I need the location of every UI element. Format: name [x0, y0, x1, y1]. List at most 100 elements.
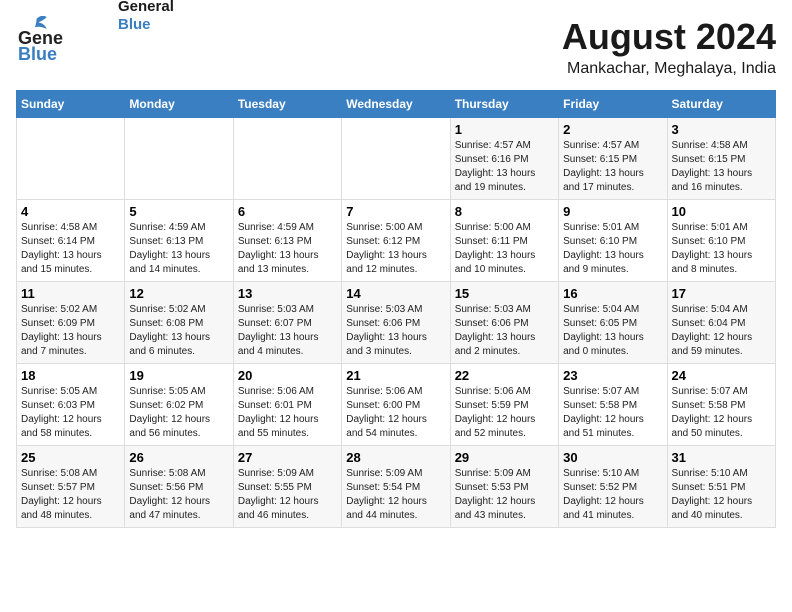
- day-number: 20: [238, 368, 337, 383]
- day-number: 29: [455, 450, 554, 465]
- cell-content: Sunrise: 4:58 AM Sunset: 6:14 PM Dayligh…: [21, 221, 120, 277]
- day-number: 27: [238, 450, 337, 465]
- day-number: 9: [563, 204, 662, 219]
- calendar-cell: 13 Sunrise: 5:03 AM Sunset: 6:07 PM Dayli…: [233, 282, 341, 364]
- day-number: 18: [21, 368, 120, 383]
- day-number: 28: [346, 450, 445, 465]
- cell-content: Sunrise: 5:00 AM Sunset: 6:12 PM Dayligh…: [346, 221, 445, 277]
- cell-content: Sunrise: 4:59 AM Sunset: 6:13 PM Dayligh…: [129, 221, 228, 277]
- cell-content: Sunrise: 5:08 AM Sunset: 5:57 PM Dayligh…: [21, 467, 120, 523]
- cell-content: Sunrise: 5:10 AM Sunset: 5:51 PM Dayligh…: [672, 467, 771, 523]
- col-header-tuesday: Tuesday: [233, 91, 341, 118]
- calendar-cell: 22 Sunrise: 5:06 AM Sunset: 5:59 PM Dayli…: [450, 364, 558, 446]
- day-number: 2: [563, 122, 662, 137]
- title-block: August 2024 Mankachar, Meghalaya, India: [562, 16, 776, 78]
- logo-line1: General: [118, 0, 174, 16]
- page-header: General Blue General Blue August 2024 Ma…: [16, 16, 776, 78]
- day-number: 30: [563, 450, 662, 465]
- sub-title: Mankachar, Meghalaya, India: [562, 60, 776, 78]
- day-number: 12: [129, 286, 228, 301]
- col-header-thursday: Thursday: [450, 91, 558, 118]
- main-title: August 2024: [562, 16, 776, 58]
- calendar-cell: 27 Sunrise: 5:09 AM Sunset: 5:55 PM Dayli…: [233, 446, 341, 528]
- calendar-cell: 16 Sunrise: 5:04 AM Sunset: 6:05 PM Dayli…: [559, 282, 667, 364]
- calendar-cell: 20 Sunrise: 5:06 AM Sunset: 6:01 PM Dayli…: [233, 364, 341, 446]
- calendar-cell: 7 Sunrise: 5:00 AM Sunset: 6:12 PM Daylig…: [342, 200, 450, 282]
- cell-content: Sunrise: 4:57 AM Sunset: 6:15 PM Dayligh…: [563, 139, 662, 195]
- cell-content: Sunrise: 5:03 AM Sunset: 6:06 PM Dayligh…: [346, 303, 445, 359]
- day-number: 31: [672, 450, 771, 465]
- calendar-cell: 31 Sunrise: 5:10 AM Sunset: 5:51 PM Dayli…: [667, 446, 775, 528]
- cell-content: Sunrise: 5:07 AM Sunset: 5:58 PM Dayligh…: [563, 385, 662, 441]
- logo: General Blue General Blue: [16, 16, 174, 64]
- day-number: 1: [455, 122, 554, 137]
- day-number: 6: [238, 204, 337, 219]
- day-number: 7: [346, 204, 445, 219]
- logo-line2: Blue: [118, 16, 174, 34]
- cell-content: Sunrise: 5:06 AM Sunset: 6:01 PM Dayligh…: [238, 385, 337, 441]
- day-number: 23: [563, 368, 662, 383]
- day-number: 11: [21, 286, 120, 301]
- calendar-table: SundayMondayTuesdayWednesdayThursdayFrid…: [16, 90, 776, 528]
- cell-content: Sunrise: 5:06 AM Sunset: 5:59 PM Dayligh…: [455, 385, 554, 441]
- col-header-monday: Monday: [125, 91, 233, 118]
- cell-content: Sunrise: 5:07 AM Sunset: 5:58 PM Dayligh…: [672, 385, 771, 441]
- calendar-cell: 12 Sunrise: 5:02 AM Sunset: 6:08 PM Dayli…: [125, 282, 233, 364]
- calendar-cell: 5 Sunrise: 4:59 AM Sunset: 6:13 PM Daylig…: [125, 200, 233, 282]
- svg-text:Blue: Blue: [18, 44, 57, 64]
- calendar-cell: 11 Sunrise: 5:02 AM Sunset: 6:09 PM Dayli…: [17, 282, 125, 364]
- cell-content: Sunrise: 5:09 AM Sunset: 5:54 PM Dayligh…: [346, 467, 445, 523]
- day-number: 22: [455, 368, 554, 383]
- cell-content: Sunrise: 5:09 AM Sunset: 5:53 PM Dayligh…: [455, 467, 554, 523]
- col-header-friday: Friday: [559, 91, 667, 118]
- calendar-cell: 19 Sunrise: 5:05 AM Sunset: 6:02 PM Dayli…: [125, 364, 233, 446]
- calendar-cell: 25Sunrise: 5:08 AM Sunset: 5:57 PM Dayli…: [17, 446, 125, 528]
- calendar-cell: 14Sunrise: 5:03 AM Sunset: 6:06 PM Dayli…: [342, 282, 450, 364]
- calendar-cell: [17, 118, 125, 200]
- day-number: 26: [129, 450, 228, 465]
- calendar-cell: 1 Sunrise: 4:57 AM Sunset: 6:16 PM Daylig…: [450, 118, 558, 200]
- day-number: 13: [238, 286, 337, 301]
- day-number: 16: [563, 286, 662, 301]
- col-header-wednesday: Wednesday: [342, 91, 450, 118]
- calendar-cell: 24 Sunrise: 5:07 AM Sunset: 5:58 PM Dayli…: [667, 364, 775, 446]
- cell-content: Sunrise: 4:59 AM Sunset: 6:13 PM Dayligh…: [238, 221, 337, 277]
- calendar-cell: 26Sunrise: 5:08 AM Sunset: 5:56 PM Dayli…: [125, 446, 233, 528]
- calendar-cell: 28 Sunrise: 5:09 AM Sunset: 5:54 PM Dayli…: [342, 446, 450, 528]
- day-number: 17: [672, 286, 771, 301]
- cell-content: Sunrise: 5:04 AM Sunset: 6:05 PM Dayligh…: [563, 303, 662, 359]
- day-number: 19: [129, 368, 228, 383]
- calendar-cell: [125, 118, 233, 200]
- calendar-cell: 30Sunrise: 5:10 AM Sunset: 5:52 PM Dayli…: [559, 446, 667, 528]
- calendar-cell: 17 Sunrise: 5:04 AM Sunset: 6:04 PM Dayli…: [667, 282, 775, 364]
- cell-content: Sunrise: 5:02 AM Sunset: 6:09 PM Dayligh…: [21, 303, 120, 359]
- logo-icon: General Blue: [16, 16, 64, 64]
- cell-content: Sunrise: 5:09 AM Sunset: 5:55 PM Dayligh…: [238, 467, 337, 523]
- calendar-cell: 4 Sunrise: 4:58 AM Sunset: 6:14 PM Daylig…: [17, 200, 125, 282]
- calendar-cell: [342, 118, 450, 200]
- cell-content: Sunrise: 5:00 AM Sunset: 6:11 PM Dayligh…: [455, 221, 554, 277]
- day-number: 24: [672, 368, 771, 383]
- cell-content: Sunrise: 5:04 AM Sunset: 6:04 PM Dayligh…: [672, 303, 771, 359]
- calendar-cell: 23 Sunrise: 5:07 AM Sunset: 5:58 PM Dayli…: [559, 364, 667, 446]
- day-number: 5: [129, 204, 228, 219]
- cell-content: Sunrise: 5:01 AM Sunset: 6:10 PM Dayligh…: [672, 221, 771, 277]
- calendar-cell: 21 Sunrise: 5:06 AM Sunset: 6:00 PM Dayli…: [342, 364, 450, 446]
- cell-content: Sunrise: 5:05 AM Sunset: 6:03 PM Dayligh…: [21, 385, 120, 441]
- cell-content: Sunrise: 4:57 AM Sunset: 6:16 PM Dayligh…: [455, 139, 554, 195]
- cell-content: Sunrise: 5:03 AM Sunset: 6:07 PM Dayligh…: [238, 303, 337, 359]
- day-number: 4: [21, 204, 120, 219]
- cell-content: Sunrise: 5:02 AM Sunset: 6:08 PM Dayligh…: [129, 303, 228, 359]
- cell-content: Sunrise: 5:06 AM Sunset: 6:00 PM Dayligh…: [346, 385, 445, 441]
- calendar-cell: 15Sunrise: 5:03 AM Sunset: 6:06 PM Dayli…: [450, 282, 558, 364]
- calendar-cell: 6 Sunrise: 4:59 AM Sunset: 6:13 PM Daylig…: [233, 200, 341, 282]
- day-number: 15: [455, 286, 554, 301]
- calendar-cell: 9 Sunrise: 5:01 AM Sunset: 6:10 PM Daylig…: [559, 200, 667, 282]
- day-number: 21: [346, 368, 445, 383]
- calendar-cell: 10Sunrise: 5:01 AM Sunset: 6:10 PM Dayli…: [667, 200, 775, 282]
- calendar-cell: 3Sunrise: 4:58 AM Sunset: 6:15 PM Daylig…: [667, 118, 775, 200]
- cell-content: Sunrise: 4:58 AM Sunset: 6:15 PM Dayligh…: [672, 139, 771, 195]
- cell-content: Sunrise: 5:05 AM Sunset: 6:02 PM Dayligh…: [129, 385, 228, 441]
- cell-content: Sunrise: 5:01 AM Sunset: 6:10 PM Dayligh…: [563, 221, 662, 277]
- col-header-saturday: Saturday: [667, 91, 775, 118]
